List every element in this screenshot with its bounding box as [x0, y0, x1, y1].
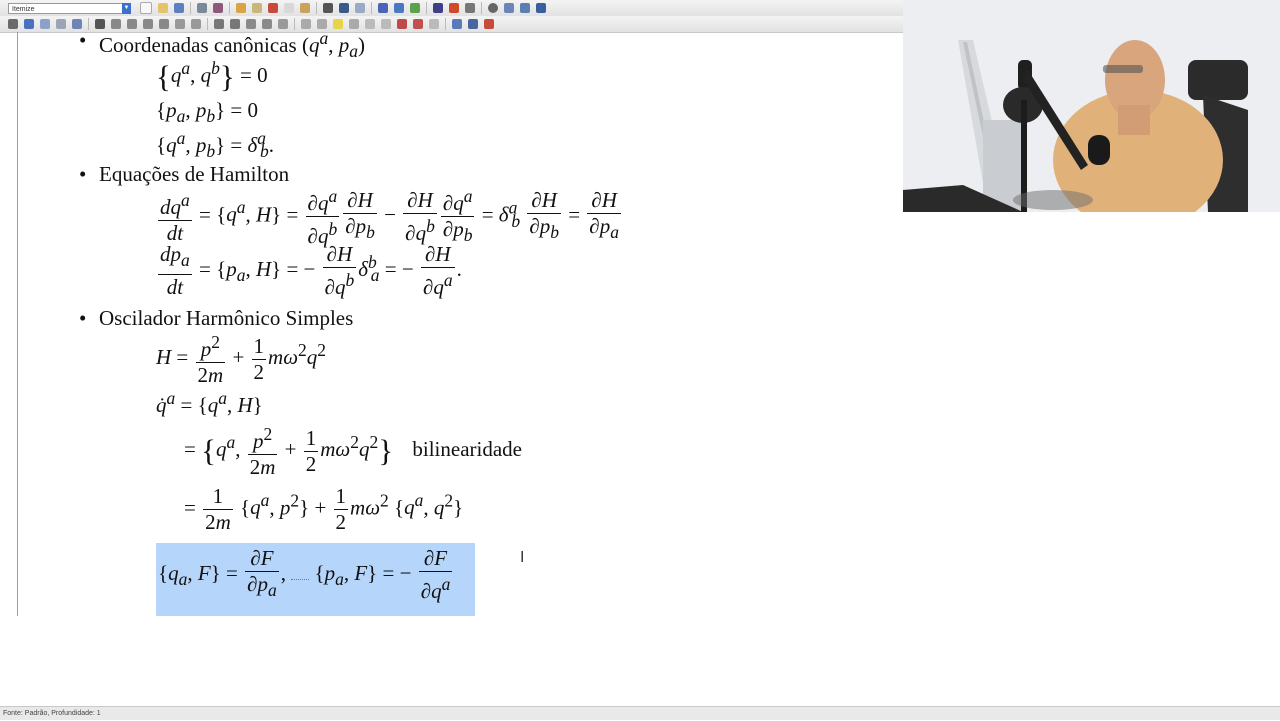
print-icon[interactable] — [197, 3, 207, 13]
nesting-marker — [17, 32, 18, 616]
bullet-text: Oscilador Harmônico Simples — [99, 306, 354, 330]
math-equation[interactable]: H = p2 2m + 1 2 mω2q2 — [156, 330, 326, 388]
text-cursor-icon: I — [520, 548, 525, 566]
pilcrow-icon[interactable] — [468, 19, 478, 29]
table-icon[interactable] — [520, 3, 530, 13]
webcam-overlay — [903, 0, 1280, 212]
copy-format-icon[interactable] — [40, 19, 50, 29]
toolbar-separator — [316, 2, 317, 14]
math-macro-icon[interactable] — [429, 19, 439, 29]
panel-icon[interactable] — [536, 3, 546, 13]
toolbar-separator — [229, 2, 230, 14]
sigma-math-icon[interactable] — [433, 3, 443, 13]
chevron-down-icon[interactable]: ▼ — [122, 2, 131, 14]
link-icon[interactable] — [8, 19, 18, 29]
insert-icon[interactable] — [449, 3, 459, 13]
math-equation[interactable]: dpa dt = {pa, H} = − ∂H ∂qb δba = − ∂H ∂qa. — [156, 242, 462, 300]
annotation-text: bilinearidade — [412, 436, 523, 461]
new-file-icon[interactable] — [140, 2, 152, 14]
math-equation[interactable]: {qa, pb} = δab. — [156, 128, 274, 162]
status-text: Fonte: Padrão, Profundidade: 1 — [3, 710, 101, 717]
accept-change-icon[interactable] — [413, 19, 423, 29]
bullet-item-oscilador[interactable]: Oscilador Harmônico Simples — [99, 306, 353, 331]
print-preview-icon[interactable] — [213, 3, 223, 13]
refresh-icon[interactable] — [24, 19, 34, 29]
find-icon[interactable] — [339, 3, 349, 13]
view-icon[interactable] — [504, 3, 514, 13]
paragraph-style-select[interactable]: Itemize ▼ — [8, 2, 131, 14]
math-equation[interactable]: {qa, qb} = 0 — [156, 58, 268, 95]
clock-icon[interactable] — [488, 3, 498, 13]
toolbar-separator — [371, 2, 372, 14]
spellcheck-icon[interactable] — [378, 3, 388, 13]
math-equation[interactable]: = {qa, p2 2m + 1 2 mω2q2} bilinearidade — [184, 422, 522, 480]
thesaurus-icon[interactable] — [394, 3, 404, 13]
toolbar-separator — [445, 18, 446, 30]
cut-icon[interactable] — [268, 3, 278, 13]
status-bar: Fonte: Padrão, Profundidade: 1 — [0, 706, 1280, 720]
bullet-dot: • — [79, 162, 87, 186]
bullet-text: Coordenadas canônicas — [99, 33, 297, 57]
math-equation[interactable]: = 1 2m {qa, p2} + 1 2 mω2 {qa, q2} — [184, 484, 463, 535]
history-icon[interactable] — [56, 19, 66, 29]
tools-icon[interactable] — [410, 3, 420, 13]
back-icon[interactable] — [323, 3, 333, 13]
main-toolbar: Itemize ▼ — [0, 0, 903, 17]
bullet-dot: • — [79, 306, 87, 330]
view-source-icon[interactable] — [452, 19, 462, 29]
pdf-icon[interactable] — [484, 19, 494, 29]
math-equation[interactable]: dqa dt = {qa, H} = ∂qa ∂qb ∂H ∂pb − ∂H ∂qb ∂qa… — [156, 184, 623, 249]
undo-icon[interactable] — [236, 3, 246, 13]
math-equation[interactable]: {pa, pb} = 0 — [156, 98, 258, 127]
reference-icon[interactable] — [381, 19, 391, 29]
math-inline: (qa, pa) — [301, 28, 365, 62]
paragraph-style-value: Itemize — [12, 5, 35, 13]
math-equation[interactable]: q̇a = {qa, H} — [156, 388, 263, 418]
math-equation-selected[interactable]: {qa, F} = ∂F ∂pa, {pa, F} = − ∂F ∂qa — [158, 546, 454, 604]
open-folder-icon[interactable] — [158, 3, 168, 13]
bullet-dot: • — [79, 28, 87, 52]
document-editor[interactable]: • Coordenadas canônicas (qa, pa) {qa, qb… — [0, 28, 903, 704]
toolbar-separator — [481, 2, 482, 14]
structure-icon[interactable] — [465, 3, 475, 13]
webcam-image — [903, 0, 1280, 212]
toolbar-separator — [88, 18, 89, 30]
change-tracking-icon[interactable] — [397, 19, 407, 29]
label-icon[interactable] — [365, 19, 375, 29]
redo-icon[interactable] — [252, 3, 262, 13]
copy-icon[interactable] — [284, 3, 294, 13]
bullet-text: Equações de Hamilton — [99, 162, 290, 186]
toolbar-separator — [426, 2, 427, 14]
toolbar-separator — [190, 2, 191, 14]
replace-icon[interactable] — [355, 3, 365, 13]
save-icon[interactable] — [174, 3, 184, 13]
paste-icon[interactable] — [300, 3, 310, 13]
